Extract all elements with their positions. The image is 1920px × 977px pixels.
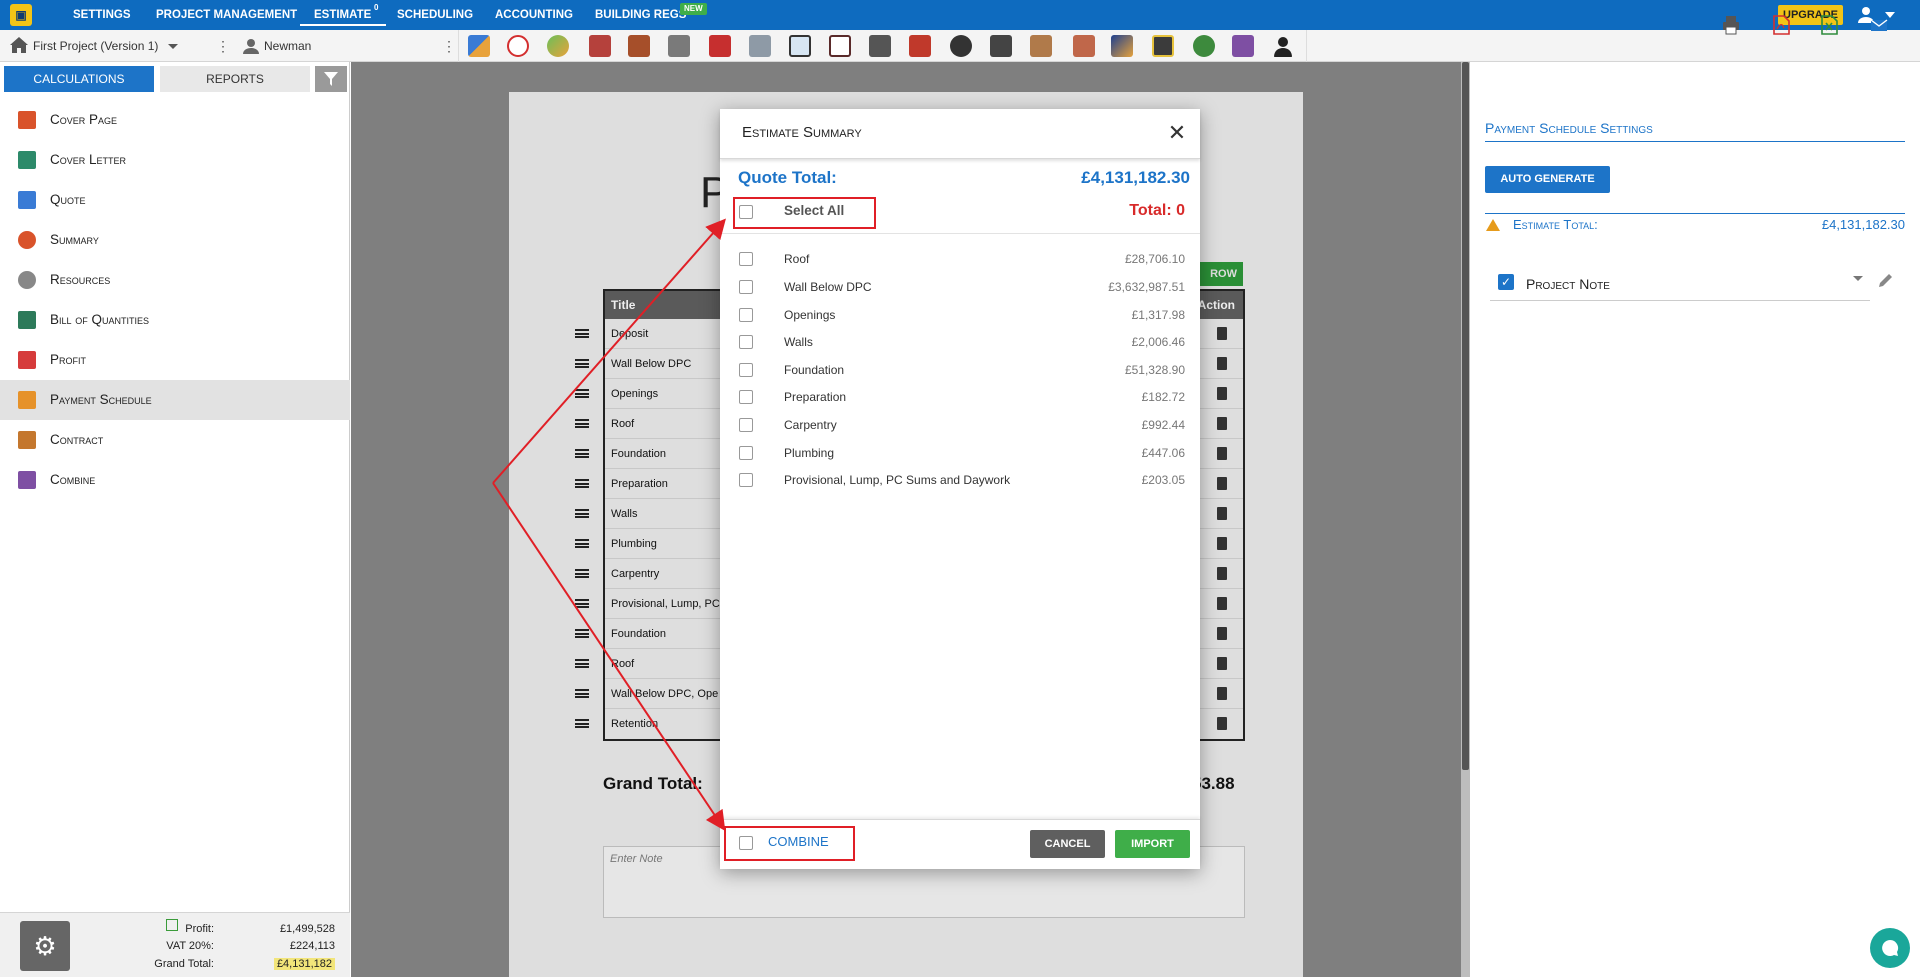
arrow-to-combine: [492, 482, 726, 831]
arrow-to-select-all: [492, 218, 726, 484]
annotation-arrows: [492, 218, 726, 831]
